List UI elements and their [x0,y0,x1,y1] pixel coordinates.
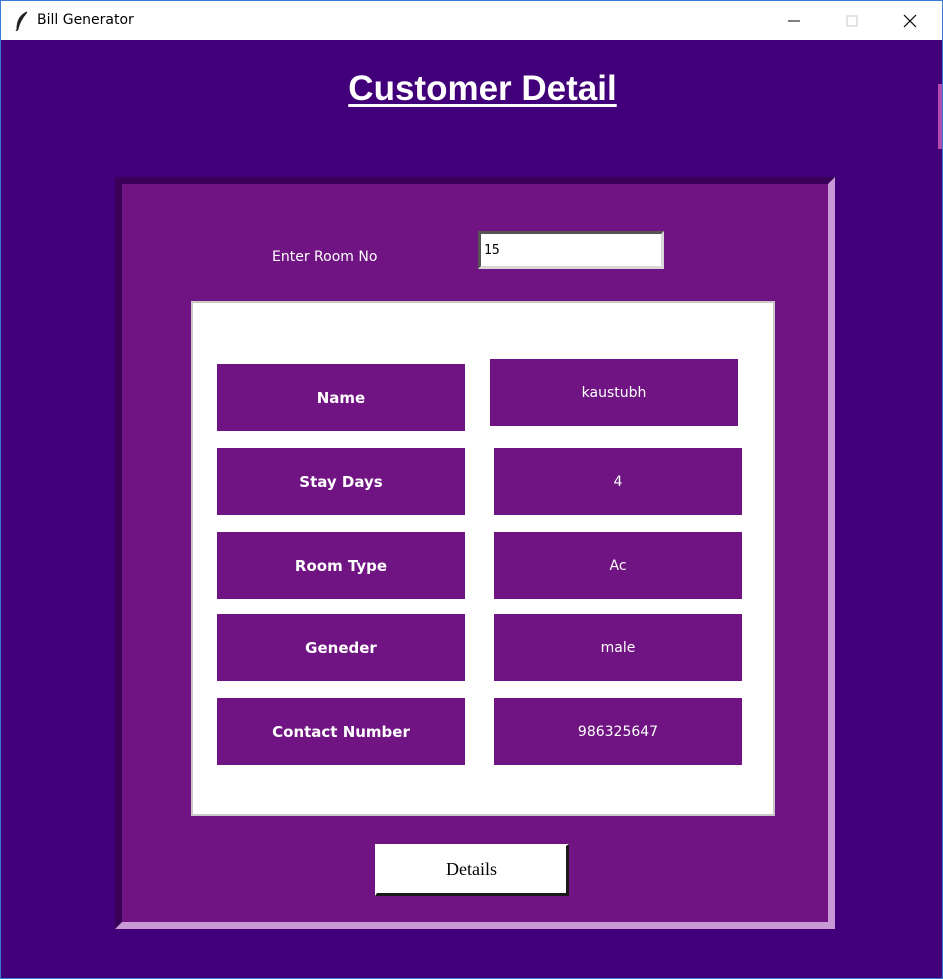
close-icon [903,14,917,28]
gender-label: Geneder [217,614,465,681]
title-bar[interactable]: Bill Generator [1,1,942,40]
gender-value: male [494,614,742,681]
minimize-button[interactable] [765,1,823,40]
stay-days-label: Stay Days [217,448,465,515]
maximize-button[interactable] [823,1,881,40]
page-title: Customer Detail [348,69,617,108]
edge-strip [938,84,942,149]
close-button[interactable] [881,1,939,40]
maximize-icon [846,15,858,27]
room-type-value: Ac [494,532,742,599]
window-title: Bill Generator [37,12,134,28]
contact-number-value: 986325647 [494,698,742,765]
contact-number-label: Contact Number [217,698,465,765]
customer-panel: Enter Room No Name kaustubh Stay Days 4 … [115,177,835,929]
room-number-label: Enter Room No [272,249,378,265]
details-button[interactable]: Details [375,844,569,896]
minimize-icon [788,20,800,22]
feather-icon [15,11,29,32]
room-type-label: Room Type [217,532,465,599]
details-table: Name kaustubh Stay Days 4 Room Type Ac G… [191,301,775,816]
room-number-input[interactable] [478,231,664,269]
window-content: Customer Detail Enter Room No Name kaust… [1,41,942,978]
name-label: Name [217,364,465,431]
name-value: kaustubh [490,359,738,426]
stay-days-value: 4 [494,448,742,515]
app-window: Bill Generator Customer Detail Enter Roo… [0,0,943,979]
